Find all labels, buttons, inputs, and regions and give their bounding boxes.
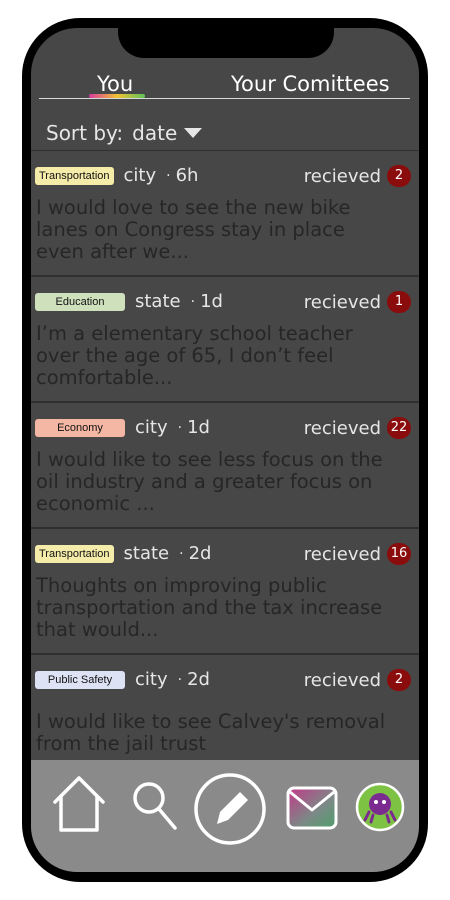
message-meta: Education state · 1d <box>35 291 223 312</box>
separator-dot: · <box>177 671 183 688</box>
message-preview: I would like to see less focus on the oi… <box>36 448 383 515</box>
sort-value: date <box>132 121 178 145</box>
separator-dot: · <box>190 293 196 310</box>
age-label: 1d <box>187 417 210 438</box>
age-label: 1d <box>200 291 223 312</box>
topic-tag[interactable]: Public Safety <box>35 670 125 689</box>
message-card[interactable]: Education state · 1d recieved 1 I’m a el… <box>31 277 419 403</box>
separator-dot: · <box>177 419 183 436</box>
message-meta: Economy city · 1d <box>35 417 210 438</box>
count-badge: 22 <box>387 417 411 439</box>
scope-label: state <box>123 543 170 564</box>
count-badge: 1 <box>387 291 411 313</box>
sort-dropdown[interactable]: date <box>132 121 203 145</box>
caret-down-icon <box>184 128 203 138</box>
tab-you[interactable]: You <box>97 72 133 96</box>
separator-dot: · <box>166 167 171 184</box>
status-group: recieved 2 <box>304 165 411 187</box>
status-group: recieved 1 <box>304 291 411 313</box>
avatar-icon[interactable] <box>355 782 405 832</box>
app-screen: You Your Comittees Sort by: date Transpo… <box>31 28 419 872</box>
scope-label: city <box>123 165 157 186</box>
phone-notch <box>118 20 334 58</box>
message-meta: Transportation city · 6h <box>35 165 198 186</box>
mail-icon[interactable] <box>286 786 338 830</box>
status-label: recieved <box>303 291 381 313</box>
status-label: recieved <box>303 417 381 439</box>
scope-label: state <box>135 291 181 312</box>
message-card[interactable]: Transportation state · 2d recieved 16 Th… <box>31 529 419 655</box>
count-badge: 16 <box>387 543 411 565</box>
topic-tag[interactable]: Education <box>35 292 125 311</box>
count-badge: 2 <box>387 669 411 691</box>
scope-label: city <box>135 669 168 690</box>
topic-tag[interactable]: Transportation <box>35 544 114 563</box>
status-label: recieved <box>303 543 381 565</box>
status-label: recieved <box>303 669 381 691</box>
compose-icon[interactable] <box>193 772 267 846</box>
separator-dot: · <box>179 545 184 562</box>
message-meta: Transportation state · 2d <box>35 543 211 564</box>
tab-divider <box>39 98 410 99</box>
topic-tag[interactable]: Transportation <box>35 166 114 185</box>
home-icon[interactable] <box>51 774 107 834</box>
age-label: 2d <box>188 543 212 564</box>
age-label: 2d <box>187 669 210 690</box>
status-label: recieved <box>303 165 381 187</box>
scope-label: city <box>135 417 168 438</box>
status-group: recieved 22 <box>304 417 411 439</box>
search-icon[interactable] <box>131 780 179 832</box>
message-card[interactable]: Economy city · 1d recieved 22 I would li… <box>31 403 419 529</box>
sort-control: Sort by: date <box>46 121 203 145</box>
message-card[interactable]: Public Safety city · 2d recieved 2 I wou… <box>31 655 419 765</box>
message-card[interactable]: Transportation city · 6h recieved 2 I wo… <box>31 151 419 277</box>
sort-label: Sort by: <box>46 121 124 145</box>
message-preview: I’m a elementary school teacher over the… <box>36 322 353 389</box>
message-preview: I would like to see Calvey's removal fro… <box>36 710 386 755</box>
message-preview: I would love to see the new bike lanes o… <box>36 196 351 263</box>
topic-tag[interactable]: Economy <box>35 418 125 437</box>
bottom-nav <box>31 760 419 872</box>
count-badge: 2 <box>387 165 411 187</box>
status-group: recieved 2 <box>304 669 411 691</box>
message-meta: Public Safety city · 2d <box>35 669 210 690</box>
tab-your-committees[interactable]: Your Comittees <box>231 72 390 96</box>
status-group: recieved 16 <box>304 543 411 565</box>
message-preview: Thoughts on improving public transportat… <box>36 574 383 641</box>
age-label: 6h <box>175 165 199 186</box>
